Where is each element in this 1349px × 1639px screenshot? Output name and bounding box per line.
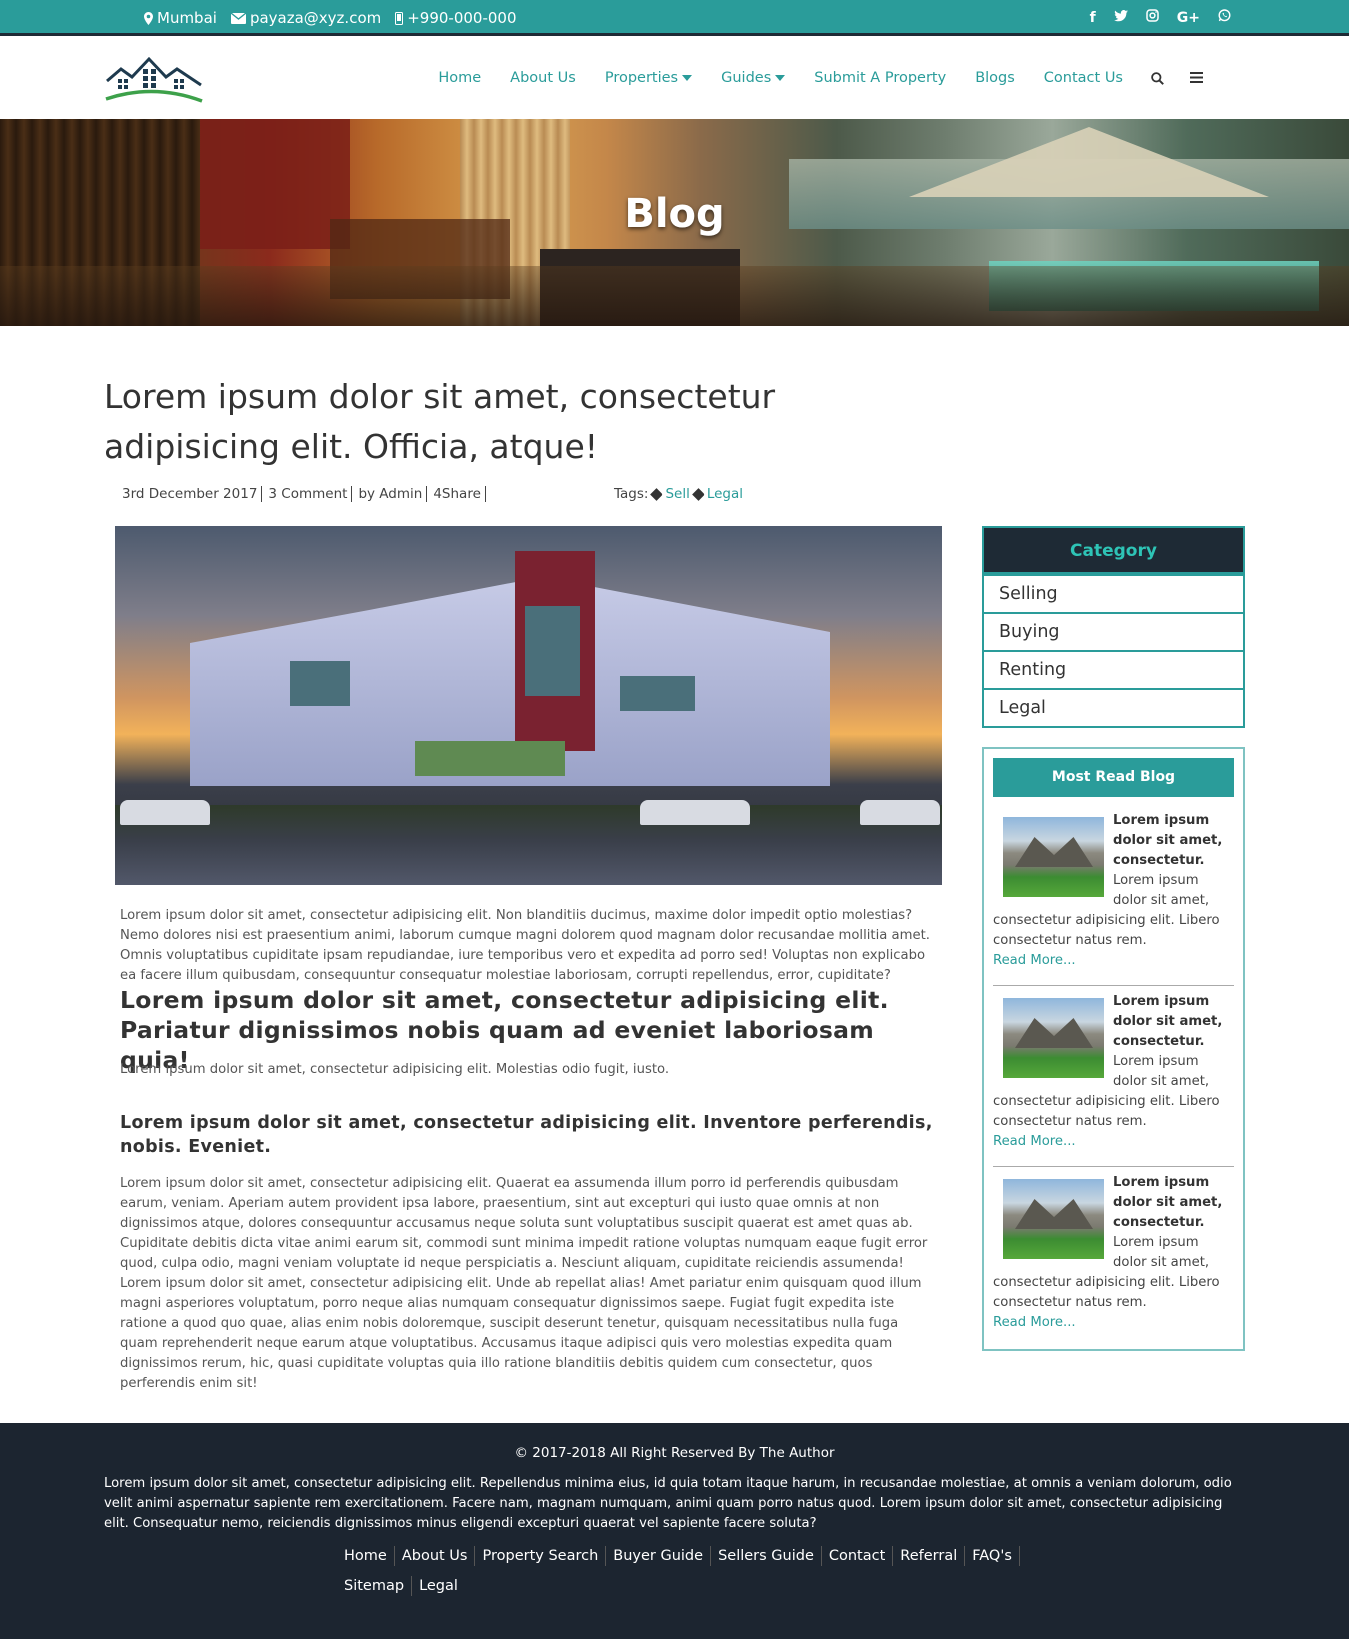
caret-down-icon bbox=[775, 75, 786, 81]
post-subheading: Lorem ipsum dolor sit amet, consectetur … bbox=[120, 1113, 933, 1157]
main-nav: Home About Us Properties Guides Submit A… bbox=[409, 70, 1203, 86]
post-author[interactable]: by Admin bbox=[358, 486, 428, 502]
nav-guides[interactable]: Guides bbox=[721, 70, 786, 86]
tag-sell[interactable]: Sell bbox=[652, 486, 689, 502]
most-read-item-title[interactable]: Lorem ipsum dolor sit amet, consectetur. bbox=[1113, 813, 1222, 868]
twitter-icon[interactable] bbox=[1113, 9, 1128, 26]
read-more-link[interactable]: Read More... bbox=[993, 1132, 1234, 1152]
float-spacer bbox=[993, 992, 1113, 1082]
banner-title: Blog bbox=[624, 191, 725, 237]
whatsapp-icon[interactable] bbox=[1218, 9, 1231, 26]
read-more-link[interactable]: Read More... bbox=[993, 951, 1234, 971]
mobile-phone-icon bbox=[395, 11, 404, 25]
post-date: 3rd December 2017 bbox=[122, 486, 263, 502]
footer-link-buyer-guide[interactable]: Buyer Guide bbox=[606, 1546, 712, 1566]
instagram-icon[interactable] bbox=[1146, 9, 1159, 26]
logo-icon[interactable] bbox=[104, 55, 204, 105]
post-paragraph: Lorem ipsum dolor sit amet, consectetur … bbox=[120, 908, 930, 983]
footer-link-referral[interactable]: Referral bbox=[893, 1546, 966, 1566]
tag-legal[interactable]: Legal bbox=[694, 486, 743, 502]
map-marker-icon bbox=[144, 11, 153, 25]
post-comments[interactable]: 3 Comment bbox=[268, 486, 353, 502]
copyright: © 2017-2018 All Right Reserved By The Au… bbox=[514, 1445, 835, 1461]
footer-link-property-search[interactable]: Property Search bbox=[475, 1546, 607, 1566]
footer-link-faqs[interactable]: FAQ's bbox=[965, 1546, 1020, 1566]
footer-links: Home About Us Property Search Buyer Guid… bbox=[337, 1546, 1037, 1596]
footer-link-contact[interactable]: Contact bbox=[822, 1546, 894, 1566]
top-bar: Mumbai payaza@xyz.com +990-000-000 f G+ bbox=[0, 0, 1349, 36]
hero-window bbox=[620, 676, 695, 711]
most-read-text: Lorem ipsum dolor sit amet, consectetur.… bbox=[993, 1173, 1234, 1333]
hero-car bbox=[120, 800, 210, 825]
city-label: Mumbai bbox=[157, 9, 217, 27]
category-item-legal[interactable]: Legal bbox=[984, 688, 1243, 726]
category-item-renting[interactable]: Renting bbox=[984, 650, 1243, 688]
tag-icon: Sell bbox=[665, 486, 690, 502]
post-tags: Tags: Sell Legal bbox=[614, 486, 743, 502]
hero-window bbox=[415, 741, 565, 776]
envelope-icon bbox=[230, 12, 246, 24]
hero-ground bbox=[115, 805, 942, 885]
location: Mumbai bbox=[144, 9, 217, 27]
most-read-text: Lorem ipsum dolor sit amet, consectetur.… bbox=[993, 811, 1234, 971]
contact-info: Mumbai payaza@xyz.com +990-000-000 bbox=[144, 9, 517, 27]
post-meta: 3rd December 2017 3 Comment by Admin 4Sh… bbox=[122, 486, 492, 502]
tags-label: Tags: bbox=[614, 486, 649, 502]
footer-link-sellers-guide[interactable]: Sellers Guide bbox=[711, 1546, 822, 1566]
footer-link-sitemap[interactable]: Sitemap bbox=[337, 1576, 413, 1596]
phone[interactable]: +990-000-000 bbox=[395, 9, 517, 27]
footer-link-home[interactable]: Home bbox=[337, 1546, 395, 1566]
category-widget: Category Selling Buying Renting Legal bbox=[982, 526, 1245, 728]
float-spacer bbox=[993, 811, 1113, 901]
hero-window bbox=[525, 606, 580, 696]
category-title: Category bbox=[984, 528, 1243, 574]
nav-properties[interactable]: Properties bbox=[604, 70, 693, 86]
tag-icon: Legal bbox=[706, 486, 744, 502]
most-read-item-title[interactable]: Lorem ipsum dolor sit amet, consectetur. bbox=[1113, 994, 1222, 1049]
category-item-buying[interactable]: Buying bbox=[984, 612, 1243, 650]
nav-guides-label: Guides bbox=[721, 70, 772, 86]
footer-link-legal[interactable]: Legal bbox=[412, 1576, 465, 1596]
most-read-title: Most Read Blog bbox=[993, 758, 1234, 797]
post-share[interactable]: 4Share bbox=[433, 486, 486, 502]
most-read-text: Lorem ipsum dolor sit amet, consectetur.… bbox=[993, 992, 1234, 1152]
most-read-widget: Most Read Blog Lorem ipsum dolor sit ame… bbox=[982, 747, 1245, 1351]
most-read-item-title[interactable]: Lorem ipsum dolor sit amet, consectetur. bbox=[1113, 1175, 1222, 1230]
footer-link-about-us[interactable]: About Us bbox=[395, 1546, 476, 1566]
nav-home[interactable]: Home bbox=[438, 70, 481, 86]
social-links: f G+ bbox=[1090, 9, 1231, 26]
footer-paragraph: Lorem ipsum dolor sit amet, consectetur … bbox=[104, 1476, 1232, 1531]
email-label: payaza@xyz.com bbox=[249, 9, 382, 27]
search-icon[interactable] bbox=[1151, 71, 1164, 85]
post-hero-image bbox=[115, 526, 942, 885]
category-item-selling[interactable]: Selling bbox=[984, 574, 1243, 612]
hero-car bbox=[640, 800, 750, 825]
google-plus-icon[interactable]: G+ bbox=[1177, 10, 1200, 26]
most-read-item[interactable]: Lorem ipsum dolor sit amet, consectetur.… bbox=[993, 1167, 1234, 1348]
float-spacer bbox=[993, 1173, 1113, 1263]
nav-properties-label: Properties bbox=[604, 70, 679, 86]
email[interactable]: payaza@xyz.com bbox=[230, 9, 382, 27]
most-read-item[interactable]: Lorem ipsum dolor sit amet, consectetur.… bbox=[993, 986, 1234, 1167]
banner-floor bbox=[0, 266, 1349, 326]
post-paragraph: Lorem ipsum dolor sit amet, consectetur … bbox=[120, 1062, 670, 1077]
site-footer: © 2017-2018 All Right Reserved By The Au… bbox=[0, 1423, 1349, 1639]
nav-about-us[interactable]: About Us bbox=[510, 70, 576, 86]
facebook-icon[interactable]: f bbox=[1090, 10, 1096, 26]
caret-down-icon bbox=[682, 75, 693, 81]
hamburger-icon[interactable] bbox=[1190, 71, 1203, 83]
nav-submit-property[interactable]: Submit A Property bbox=[814, 70, 946, 86]
page-banner: Blog bbox=[0, 119, 1349, 326]
site-header: Home About Us Properties Guides Submit A… bbox=[0, 39, 1349, 119]
hero-car bbox=[860, 800, 940, 825]
hero-window bbox=[290, 661, 350, 706]
most-read-item[interactable]: Lorem ipsum dolor sit amet, consectetur.… bbox=[993, 805, 1234, 986]
post-title: Lorem ipsum dolor sit amet, consectetur … bbox=[104, 377, 776, 466]
nav-icons bbox=[1151, 71, 1203, 85]
nav-contact-us[interactable]: Contact Us bbox=[1044, 70, 1123, 86]
post-paragraph: Lorem ipsum dolor sit amet, consectetur … bbox=[120, 1176, 928, 1391]
read-more-link[interactable]: Read More... bbox=[993, 1313, 1234, 1333]
phone-label: +990-000-000 bbox=[407, 9, 517, 27]
nav-blogs[interactable]: Blogs bbox=[975, 70, 1015, 86]
